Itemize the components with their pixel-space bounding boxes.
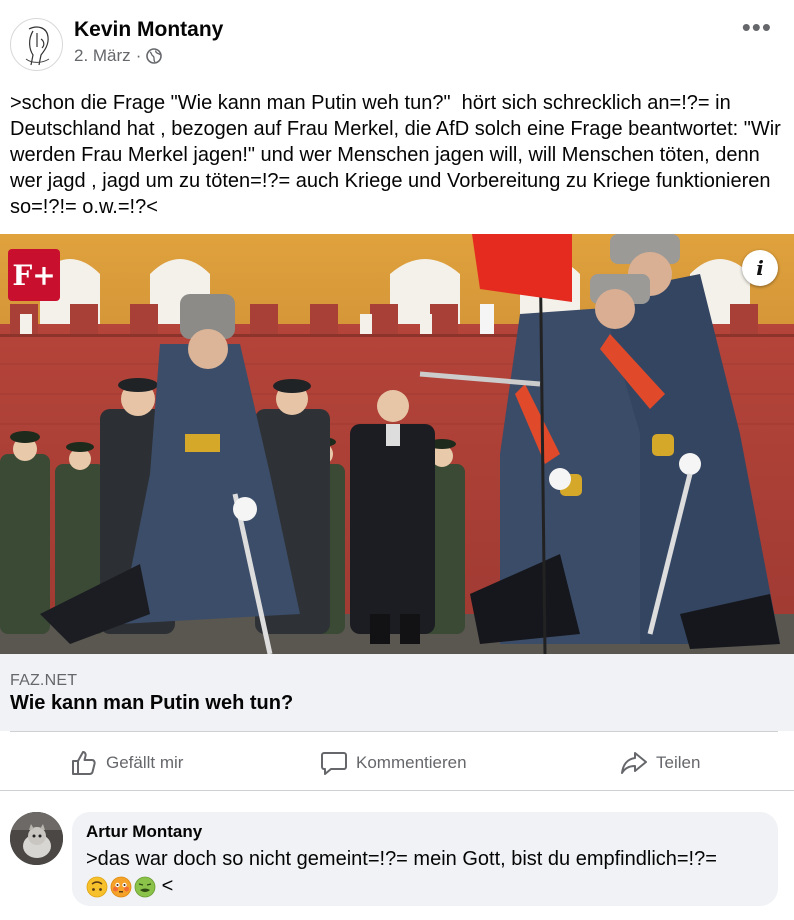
comment-bubble: Artur Montany >das war doch so nicht gem…: [72, 812, 778, 906]
comment-icon: [321, 752, 347, 775]
link-preview-image[interactable]: F+: [0, 234, 794, 654]
share-label: Teilen: [656, 753, 701, 772]
link-preview-card[interactable]: F+ i FAZ.NET Wie kann man Putin weh tun?: [0, 234, 794, 731]
actions-divider-top: [10, 731, 778, 732]
nauseated-face-icon: [134, 876, 156, 898]
post-text: >schon die Frage "Wie kann man Putin weh…: [10, 92, 787, 218]
more-options-icon[interactable]: •••: [742, 14, 772, 40]
info-icon[interactable]: i: [742, 250, 778, 286]
comment-emojis: [86, 876, 156, 898]
thumbs-up-icon: [72, 751, 96, 775]
action-bar: Gefällt mir Kommentieren Teilen: [0, 740, 794, 786]
actions-divider-bottom: [0, 790, 794, 791]
link-source-domain: FAZ.NET: [10, 672, 78, 689]
comment-text-body: >das war doch so nicht gemeint=!?= mein …: [86, 848, 717, 870]
comment-trailing-text: <: [161, 875, 174, 897]
link-headline[interactable]: Wie kann man Putin weh tun?: [10, 692, 293, 715]
meta-separator: ·: [135, 46, 142, 65]
post-author-name[interactable]: Kevin Montany: [74, 18, 223, 42]
upside-down-face-icon: [86, 876, 108, 898]
commenter-avatar[interactable]: [10, 812, 63, 865]
like-label: Gefällt mir: [106, 753, 184, 772]
author-avatar[interactable]: [10, 18, 63, 71]
comment-author-name[interactable]: Artur Montany: [86, 822, 202, 842]
share-arrow-icon: [621, 752, 647, 774]
comment-label: Kommentieren: [356, 753, 467, 772]
faz-plus-badge: F+: [8, 249, 60, 301]
share-button[interactable]: Teilen: [620, 740, 700, 786]
comment-text: >das war doch so nicht gemeint=!?= mein …: [86, 846, 766, 900]
post-meta: 2. März ·: [74, 46, 163, 66]
post-date[interactable]: 2. März: [74, 46, 131, 66]
flushed-face-icon: [110, 876, 132, 898]
post-header: Kevin Montany 2. März · •••: [0, 0, 794, 80]
globe-icon: [146, 48, 163, 64]
like-button[interactable]: Gefällt mir: [70, 740, 183, 786]
comment-button[interactable]: Kommentieren: [320, 740, 467, 786]
